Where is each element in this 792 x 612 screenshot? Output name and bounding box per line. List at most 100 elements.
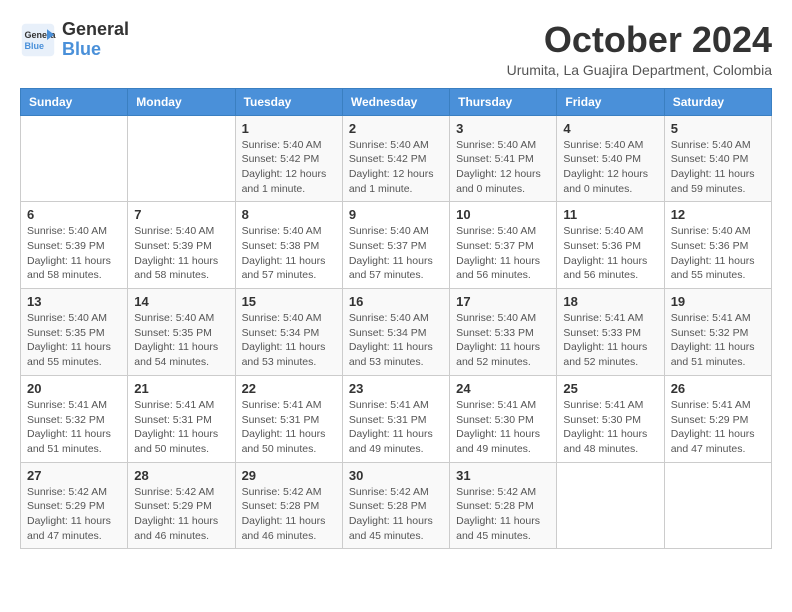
day-number: 31 — [456, 468, 550, 483]
calendar-cell — [128, 115, 235, 202]
day-detail: Sunrise: 5:41 AMSunset: 5:30 PMDaylight:… — [456, 398, 550, 457]
day-detail: Sunrise: 5:41 AMSunset: 5:32 PMDaylight:… — [671, 311, 765, 370]
calendar-cell: 16 Sunrise: 5:40 AMSunset: 5:34 PMDayligh… — [342, 289, 449, 376]
weekday-header-sunday: Sunday — [21, 88, 128, 115]
day-number: 8 — [242, 207, 336, 222]
day-number: 24 — [456, 381, 550, 396]
calendar-cell: 5 Sunrise: 5:40 AMSunset: 5:40 PMDaylight… — [664, 115, 771, 202]
calendar-cell: 4Sunrise: 5:40 AMSunset: 5:40 PMDaylight… — [557, 115, 664, 202]
calendar-cell: 24 Sunrise: 5:41 AMSunset: 5:30 PMDayligh… — [450, 375, 557, 462]
calendar-cell: 6 Sunrise: 5:40 AMSunset: 5:39 PMDaylight… — [21, 202, 128, 289]
day-number: 3 — [456, 121, 550, 136]
day-number: 18 — [563, 294, 657, 309]
day-detail: Sunrise: 5:40 AMSunset: 5:35 PMDaylight:… — [134, 311, 228, 370]
weekday-header-friday: Friday — [557, 88, 664, 115]
calendar-body: 1 Sunrise: 5:40 AMSunset: 5:42 PMDaylight… — [21, 115, 772, 549]
logo: General Blue General Blue — [20, 20, 129, 60]
day-detail: Sunrise: 5:40 AMSunset: 5:37 PMDaylight:… — [456, 224, 550, 283]
title-block: October 2024 Urumita, La Guajira Departm… — [507, 20, 772, 78]
day-detail: Sunrise: 5:41 AMSunset: 5:29 PMDaylight:… — [671, 398, 765, 457]
day-detail: Sunrise: 5:41 AMSunset: 5:32 PMDaylight:… — [27, 398, 121, 457]
calendar-week-row: 13 Sunrise: 5:40 AMSunset: 5:35 PMDayligh… — [21, 289, 772, 376]
calendar-week-row: 27 Sunrise: 5:42 AMSunset: 5:29 PMDayligh… — [21, 462, 772, 549]
calendar-cell: 21Sunrise: 5:41 AMSunset: 5:31 PMDayligh… — [128, 375, 235, 462]
day-detail: Sunrise: 5:40 AMSunset: 5:34 PMDaylight:… — [349, 311, 443, 370]
calendar-cell — [557, 462, 664, 549]
day-detail: Sunrise: 5:41 AMSunset: 5:31 PMDaylight:… — [349, 398, 443, 457]
day-number: 9 — [349, 207, 443, 222]
calendar-cell — [21, 115, 128, 202]
day-detail: Sunrise: 5:41 AMSunset: 5:31 PMDaylight:… — [242, 398, 336, 457]
calendar-table: SundayMondayTuesdayWednesdayThursdayFrid… — [20, 88, 772, 550]
weekday-header-thursday: Thursday — [450, 88, 557, 115]
day-number: 5 — [671, 121, 765, 136]
day-detail: Sunrise: 5:40 AMSunset: 5:36 PMDaylight:… — [563, 224, 657, 283]
day-detail: Sunrise: 5:40 AMSunset: 5:33 PMDaylight:… — [456, 311, 550, 370]
calendar-cell: 25 Sunrise: 5:41 AMSunset: 5:30 PMDayligh… — [557, 375, 664, 462]
day-number: 15 — [242, 294, 336, 309]
day-number: 29 — [242, 468, 336, 483]
day-detail: Sunrise: 5:40 AMSunset: 5:37 PMDaylight:… — [349, 224, 443, 283]
day-detail: Sunrise: 5:40 AMSunset: 5:41 PMDaylight:… — [456, 138, 550, 197]
calendar-cell: 7Sunrise: 5:40 AMSunset: 5:39 PMDaylight… — [128, 202, 235, 289]
day-number: 14 — [134, 294, 228, 309]
calendar-cell: 29 Sunrise: 5:42 AMSunset: 5:28 PMDayligh… — [235, 462, 342, 549]
day-detail: Sunrise: 5:42 AMSunset: 5:29 PMDaylight:… — [27, 485, 121, 544]
calendar-cell: 26Sunrise: 5:41 AMSunset: 5:29 PMDayligh… — [664, 375, 771, 462]
day-detail: Sunrise: 5:40 AMSunset: 5:39 PMDaylight:… — [134, 224, 228, 283]
calendar-cell: 14 Sunrise: 5:40 AMSunset: 5:35 PMDayligh… — [128, 289, 235, 376]
calendar-cell: 20Sunrise: 5:41 AMSunset: 5:32 PMDayligh… — [21, 375, 128, 462]
logo-icon: General Blue — [20, 22, 56, 58]
calendar-week-row: 1 Sunrise: 5:40 AMSunset: 5:42 PMDaylight… — [21, 115, 772, 202]
calendar-cell: 19 Sunrise: 5:41 AMSunset: 5:32 PMDayligh… — [664, 289, 771, 376]
day-detail: Sunrise: 5:42 AMSunset: 5:28 PMDaylight:… — [349, 485, 443, 544]
weekday-header-saturday: Saturday — [664, 88, 771, 115]
calendar-cell: 11 Sunrise: 5:40 AMSunset: 5:36 PMDayligh… — [557, 202, 664, 289]
calendar-cell: 17 Sunrise: 5:40 AMSunset: 5:33 PMDayligh… — [450, 289, 557, 376]
day-detail: Sunrise: 5:41 AMSunset: 5:33 PMDaylight:… — [563, 311, 657, 370]
day-detail: Sunrise: 5:40 AMSunset: 5:40 PMDaylight:… — [563, 138, 657, 197]
weekday-header-tuesday: Tuesday — [235, 88, 342, 115]
day-number: 27 — [27, 468, 121, 483]
calendar-cell: 2 Sunrise: 5:40 AMSunset: 5:42 PMDaylight… — [342, 115, 449, 202]
day-number: 13 — [27, 294, 121, 309]
day-number: 17 — [456, 294, 550, 309]
weekday-header-monday: Monday — [128, 88, 235, 115]
day-detail: Sunrise: 5:40 AMSunset: 5:35 PMDaylight:… — [27, 311, 121, 370]
day-number: 23 — [349, 381, 443, 396]
day-detail: Sunrise: 5:40 AMSunset: 5:38 PMDaylight:… — [242, 224, 336, 283]
weekday-header-wednesday: Wednesday — [342, 88, 449, 115]
logo-text: General Blue — [62, 20, 129, 60]
day-number: 19 — [671, 294, 765, 309]
page-header: General Blue General Blue October 2024 U… — [20, 20, 772, 78]
day-detail: Sunrise: 5:40 AMSunset: 5:39 PMDaylight:… — [27, 224, 121, 283]
day-detail: Sunrise: 5:42 AMSunset: 5:28 PMDaylight:… — [242, 485, 336, 544]
day-detail: Sunrise: 5:40 AMSunset: 5:42 PMDaylight:… — [349, 138, 443, 197]
day-detail: Sunrise: 5:42 AMSunset: 5:28 PMDaylight:… — [456, 485, 550, 544]
day-number: 16 — [349, 294, 443, 309]
calendar-cell: 23 Sunrise: 5:41 AMSunset: 5:31 PMDayligh… — [342, 375, 449, 462]
day-detail: Sunrise: 5:40 AMSunset: 5:36 PMDaylight:… — [671, 224, 765, 283]
calendar-cell: 22Sunrise: 5:41 AMSunset: 5:31 PMDayligh… — [235, 375, 342, 462]
main-title: October 2024 — [507, 20, 772, 60]
calendar-cell: 28Sunrise: 5:42 AMSunset: 5:29 PMDayligh… — [128, 462, 235, 549]
calendar-cell: 27 Sunrise: 5:42 AMSunset: 5:29 PMDayligh… — [21, 462, 128, 549]
calendar-cell: 18 Sunrise: 5:41 AMSunset: 5:33 PMDayligh… — [557, 289, 664, 376]
day-number: 1 — [242, 121, 336, 136]
calendar-cell: 15Sunrise: 5:40 AMSunset: 5:34 PMDayligh… — [235, 289, 342, 376]
calendar-cell: 9 Sunrise: 5:40 AMSunset: 5:37 PMDaylight… — [342, 202, 449, 289]
day-detail: Sunrise: 5:40 AMSunset: 5:40 PMDaylight:… — [671, 138, 765, 197]
calendar-cell: 3 Sunrise: 5:40 AMSunset: 5:41 PMDaylight… — [450, 115, 557, 202]
day-detail: Sunrise: 5:40 AMSunset: 5:42 PMDaylight:… — [242, 138, 336, 197]
subtitle: Urumita, La Guajira Department, Colombia — [507, 62, 772, 78]
day-detail: Sunrise: 5:41 AMSunset: 5:31 PMDaylight:… — [134, 398, 228, 457]
calendar-cell: 30 Sunrise: 5:42 AMSunset: 5:28 PMDayligh… — [342, 462, 449, 549]
day-number: 2 — [349, 121, 443, 136]
day-number: 11 — [563, 207, 657, 222]
day-detail: Sunrise: 5:41 AMSunset: 5:30 PMDaylight:… — [563, 398, 657, 457]
day-number: 6 — [27, 207, 121, 222]
calendar-header: SundayMondayTuesdayWednesdayThursdayFrid… — [21, 88, 772, 115]
day-number: 30 — [349, 468, 443, 483]
weekday-header-row: SundayMondayTuesdayWednesdayThursdayFrid… — [21, 88, 772, 115]
day-number: 25 — [563, 381, 657, 396]
